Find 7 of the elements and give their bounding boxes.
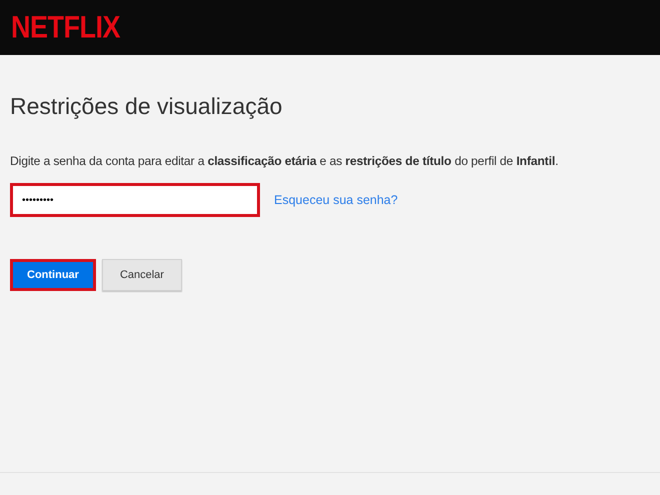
continue-button[interactable]: Continuar [10,259,96,291]
password-field[interactable]: ••••••••• [10,183,260,217]
page-title: Restrições de visualização [10,93,284,120]
logo[interactable]: NETFLIX [11,10,120,46]
description-text: Digite a senha da conta para editar a classificação etária e as restrições de título do perfil de Infantil. [10,154,560,168]
forgot-password-link[interactable]: Esqueceu sua senha? [274,193,398,207]
cancel-button[interactable]: Cancelar [102,259,182,291]
